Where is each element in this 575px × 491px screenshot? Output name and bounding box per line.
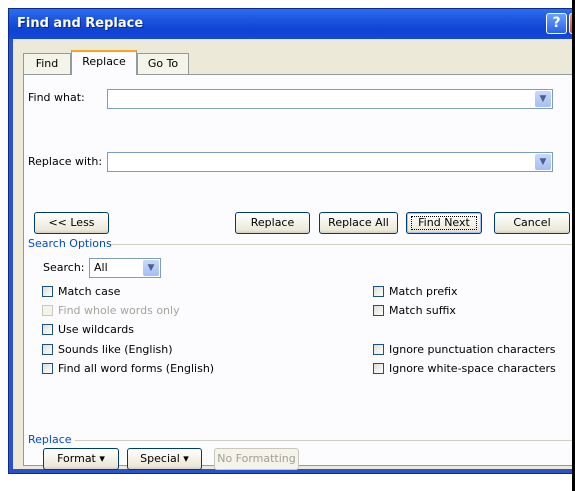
checkbox-box <box>373 344 384 355</box>
cancel-button[interactable]: Cancel <box>494 212 570 234</box>
less-button[interactable]: << Less <box>34 212 109 234</box>
match-case-checkbox[interactable]: Match case <box>42 285 120 298</box>
match-suffix-checkbox[interactable]: Match suffix <box>373 304 456 317</box>
checkbox-box <box>373 286 384 297</box>
replace-section-title: Replace <box>28 433 72 446</box>
match-prefix-label: Match prefix <box>389 285 458 298</box>
match-case-label: Match case <box>58 285 121 298</box>
replace-section-divider <box>75 440 573 441</box>
tab-replace-label: Replace <box>82 55 126 68</box>
search-options-title: Search Options <box>28 237 112 250</box>
dialog-body: Find Replace Go To Find what: ▼ Replace … <box>13 39 575 470</box>
search-direction-select[interactable]: All ▼ <box>89 258 161 278</box>
tab-go-to-label: Go To <box>147 57 179 70</box>
help-button[interactable]: ? <box>546 13 567 34</box>
special-button[interactable]: Special ▾ <box>127 448 202 470</box>
find-replace-dialog: Find and Replace ? X Find Replace Go To … <box>8 8 575 474</box>
use-wildcards-checkbox[interactable]: Use wildcards <box>42 323 134 336</box>
tab-replace[interactable]: Replace <box>71 50 137 75</box>
checkbox-box <box>42 363 53 374</box>
tab-find[interactable]: Find <box>23 53 71 74</box>
ignore-white-space-checkbox[interactable]: Ignore white-space characters <box>373 362 556 375</box>
sounds-like-checkbox[interactable]: Sounds like (English) <box>42 343 173 356</box>
ignore-punctuation-label: Ignore punctuation characters <box>389 343 556 356</box>
focus-rect <box>411 216 477 230</box>
ignore-punctuation-checkbox[interactable]: Ignore punctuation characters <box>373 343 555 356</box>
checkbox-box <box>42 344 53 355</box>
sounds-like-label: Sounds like (English) <box>58 343 173 356</box>
search-direction-value: All <box>94 261 108 274</box>
find-dropdown-arrow-icon[interactable]: ▼ <box>535 91 551 107</box>
find-whole-words-label: Find whole words only <box>58 304 180 317</box>
dialog-title: Find and Replace <box>17 16 144 31</box>
no-formatting-button: No Formatting <box>214 448 299 470</box>
replace-with-input[interactable]: ▼ <box>107 152 553 172</box>
checkbox-box <box>42 286 53 297</box>
find-next-button[interactable]: Find Next <box>406 212 482 234</box>
replace-with-label: Replace with: <box>28 155 103 168</box>
checkbox-box <box>373 305 384 316</box>
checkbox-box <box>42 324 53 335</box>
find-what-input[interactable]: ▼ <box>107 89 553 109</box>
match-suffix-label: Match suffix <box>389 304 456 317</box>
find-what-label: Find what: <box>28 91 85 104</box>
tab-go-to[interactable]: Go To <box>137 53 189 74</box>
use-wildcards-label: Use wildcards <box>58 323 134 336</box>
title-bar[interactable]: Find and Replace ? X <box>9 9 575 39</box>
checkbox-box <box>42 305 53 316</box>
find-whole-words-checkbox: Find whole words only <box>42 304 180 317</box>
replace-button[interactable]: Replace <box>235 212 310 234</box>
replace-all-button[interactable]: Replace All <box>319 212 398 234</box>
left-margin <box>0 0 8 491</box>
checkbox-box <box>373 363 384 374</box>
format-button[interactable]: Format ▾ <box>43 448 119 470</box>
find-all-word-forms-checkbox[interactable]: Find all word forms (English) <box>42 362 214 375</box>
match-prefix-checkbox[interactable]: Match prefix <box>373 285 458 298</box>
search-options-divider <box>111 244 573 245</box>
search-dropdown-arrow-icon[interactable]: ▼ <box>143 260 159 276</box>
help-icon: ? <box>552 15 561 31</box>
search-label: Search: <box>43 261 85 274</box>
tab-find-label: Find <box>35 57 59 70</box>
ignore-white-space-label: Ignore white-space characters <box>389 362 556 375</box>
replace-dropdown-arrow-icon[interactable]: ▼ <box>535 154 551 170</box>
find-all-word-forms-label: Find all word forms (English) <box>58 362 215 375</box>
